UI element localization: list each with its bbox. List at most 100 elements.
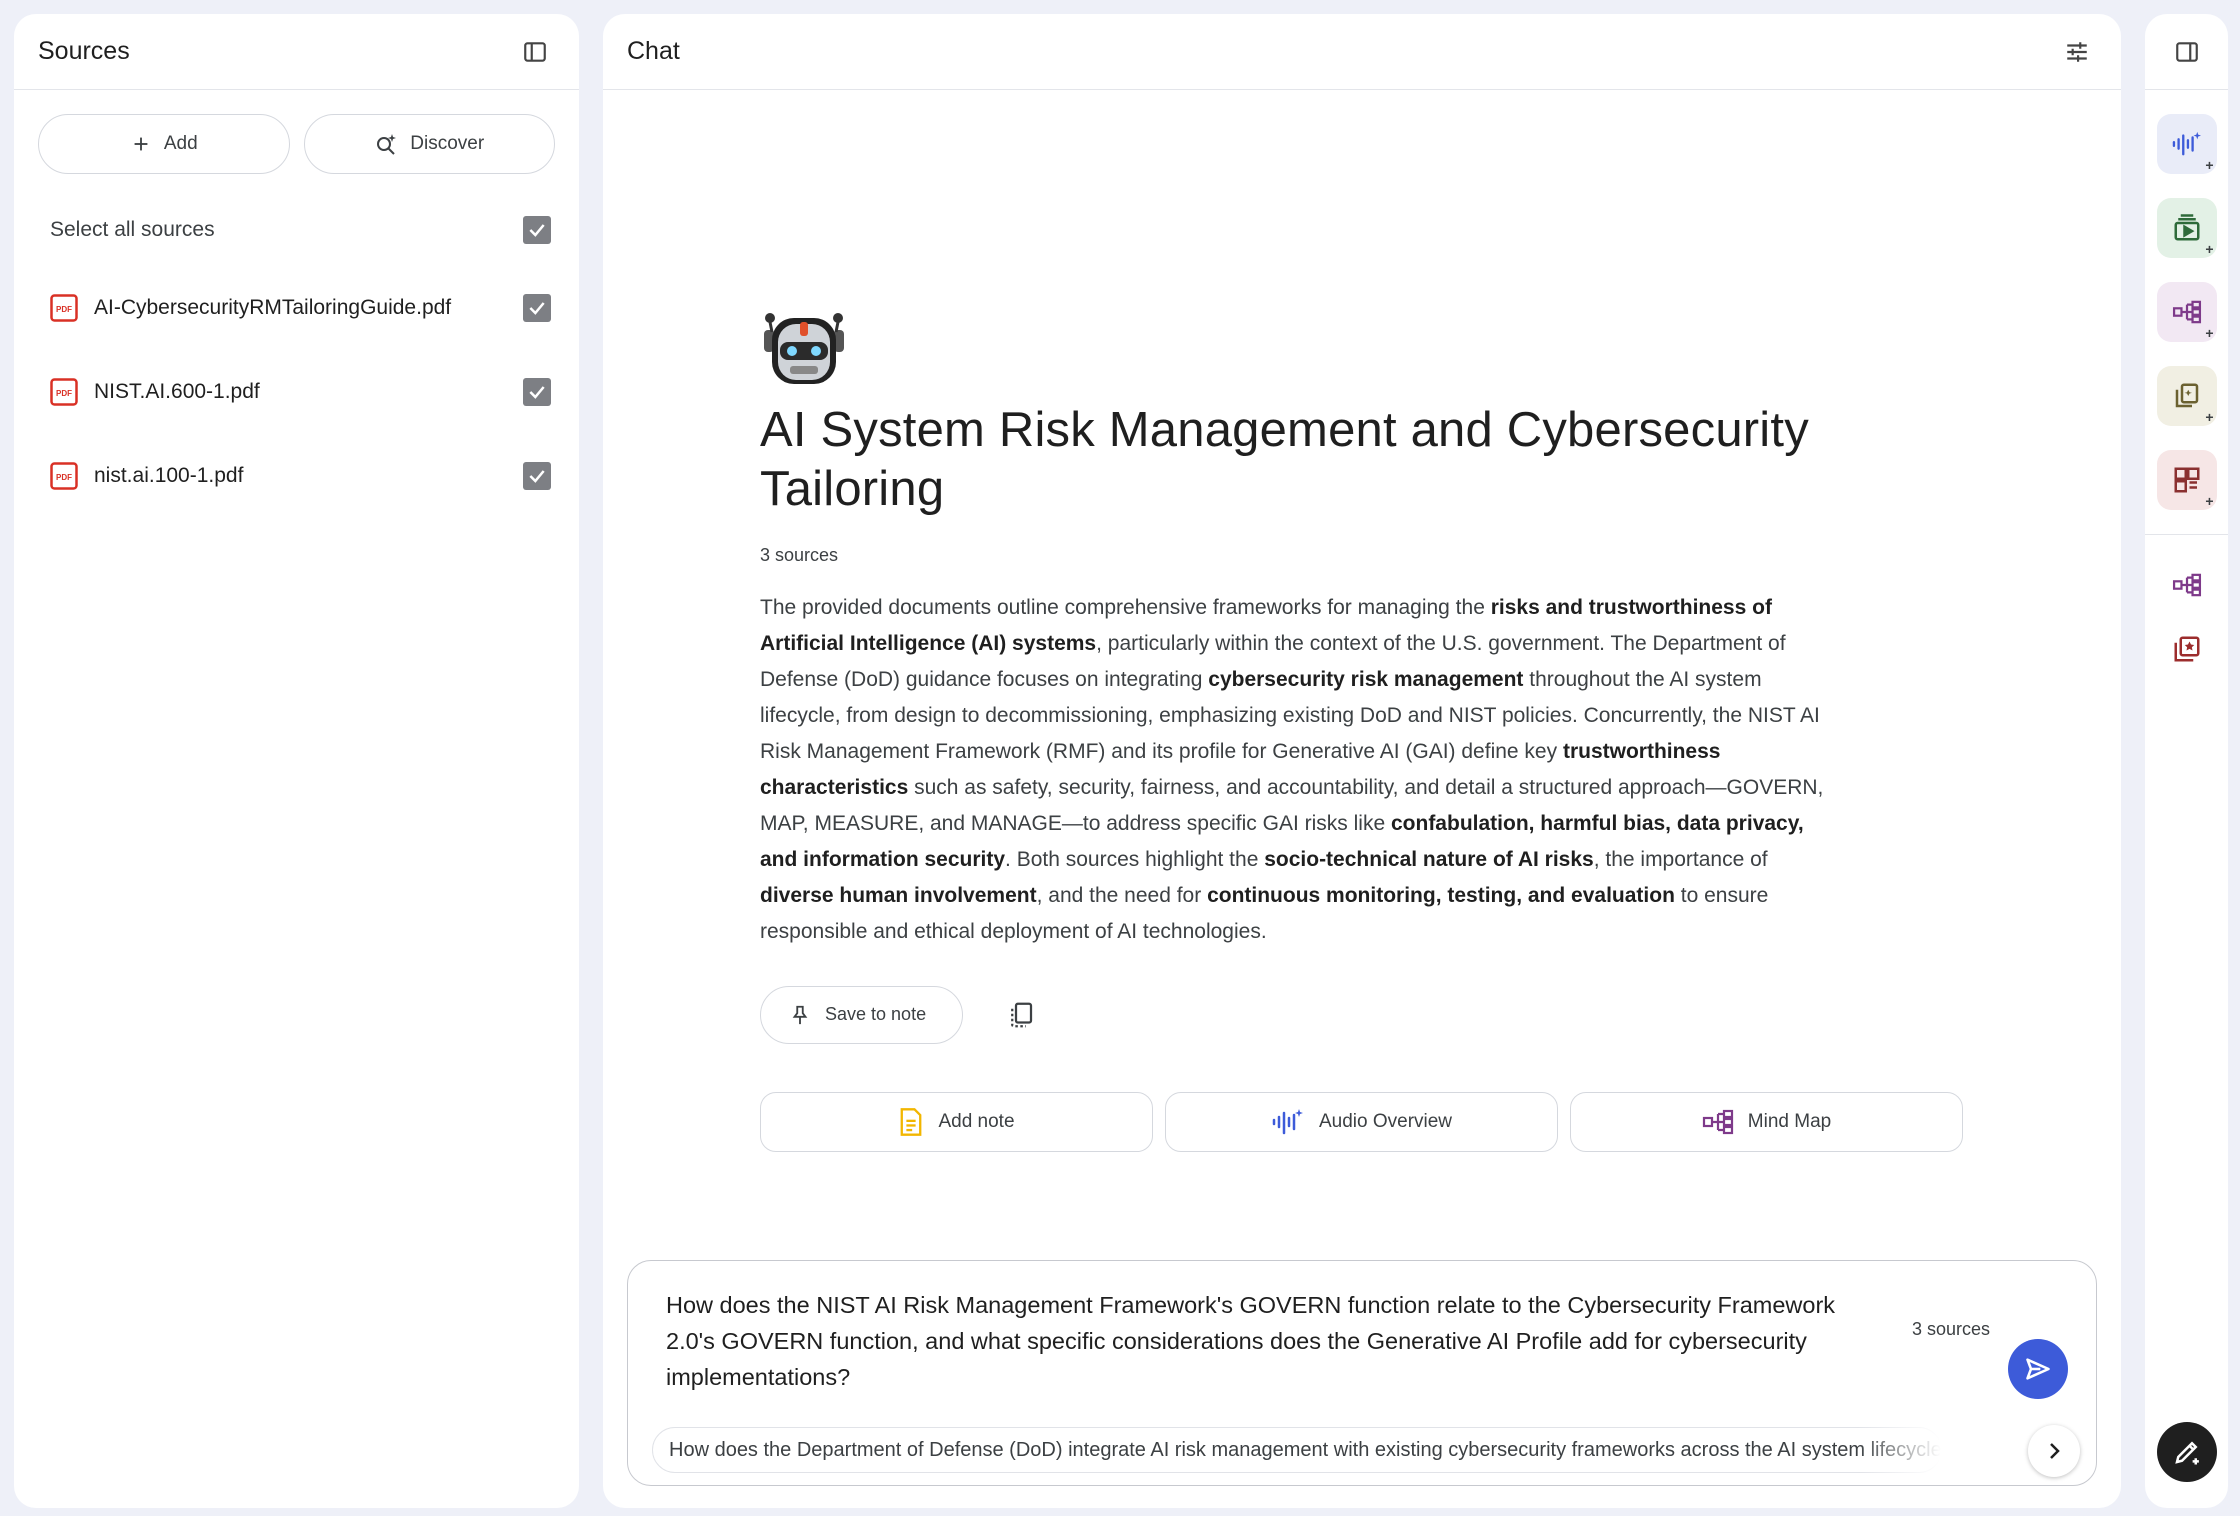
copy-button[interactable] — [1001, 995, 1041, 1035]
audio-waveform-icon — [1272, 1108, 1303, 1134]
edit-pencil-icon — [2175, 1441, 2199, 1465]
svg-text:PDF: PDF — [56, 473, 72, 482]
audio-overview-icon — [2172, 131, 2201, 156]
summary-text: , and the need for — [1036, 883, 1208, 907]
summary-highlight: continuous monitoring, testing, and eval… — [1207, 883, 1675, 907]
mind-map-icon — [2172, 300, 2201, 324]
discover-sources-button[interactable]: Discover — [303, 114, 555, 174]
flashcards-icon — [2174, 467, 2199, 493]
source-name: NIST.AI.600-1.pdf — [94, 380, 260, 403]
plus-icon: + — [2205, 493, 2214, 509]
source-item[interactable]: PDF NIST.AI.600-1.pdf — [14, 350, 579, 434]
pin-icon — [792, 1005, 808, 1024]
sidebar-toggle-icon — [2175, 41, 2198, 62]
studio-flashcards-button[interactable]: + — [2156, 450, 2217, 510]
studio-video-overview-button[interactable]: + — [2156, 198, 2217, 258]
audio-overview-button[interactable]: Audio Overview — [1165, 1091, 1558, 1152]
svg-text:PDF: PDF — [56, 389, 72, 398]
send-button[interactable] — [2008, 1339, 2068, 1399]
source-item[interactable]: PDF nist.ai.100-1.pdf — [14, 434, 579, 518]
summary-text: The provided documents outline comprehen… — [760, 595, 1491, 619]
save-to-note-button[interactable]: Save to note — [760, 985, 964, 1044]
select-all-checkbox[interactable] — [523, 216, 551, 244]
select-all-row[interactable]: Select all sources — [14, 194, 579, 266]
summary-highlight: cybersecurity risk management — [1208, 667, 1524, 691]
mind-map-label: Mind Map — [1747, 1110, 1832, 1132]
send-icon — [2026, 1358, 2050, 1380]
source-actions: Add Discover — [14, 90, 579, 194]
chat-settings-button[interactable] — [2057, 32, 2097, 72]
sidebar-toggle-icon — [524, 41, 546, 62]
studio-audio-overview-button[interactable]: + — [2156, 114, 2217, 174]
check-icon — [529, 470, 545, 483]
source-checkbox[interactable] — [523, 294, 551, 322]
plus-icon — [134, 137, 148, 151]
discover-icon — [377, 134, 397, 155]
composer-source-count: 3 sources — [1911, 1319, 1990, 1339]
tune-icon — [2067, 41, 2087, 62]
check-icon — [529, 224, 545, 237]
studio-reports-button[interactable]: + — [2156, 366, 2217, 426]
saved-mind-map-button[interactable] — [2157, 559, 2217, 611]
note-icon — [901, 1107, 922, 1136]
source-checkbox[interactable] — [523, 462, 551, 490]
plus-icon: + — [2205, 241, 2214, 257]
summary-actions: Save to note — [760, 985, 1970, 1044]
video-overview-icon — [2174, 214, 2199, 241]
expand-studio-button[interactable] — [2167, 32, 2207, 72]
notebook-title: AI System Risk Management and Cybersecur… — [760, 403, 1809, 516]
rail-divider — [2145, 534, 2228, 535]
check-icon — [529, 386, 545, 399]
studio-rail: + + + + + — [2145, 14, 2228, 1508]
mind-map-icon — [1702, 1109, 1733, 1134]
chat-header: Chat — [603, 14, 2121, 90]
notebook-source-count: 3 sources — [760, 544, 839, 565]
sources-panel: Sources Add Discover Select all sources … — [14, 14, 579, 1508]
source-item[interactable]: PDF AI-CybersecurityRMTailoringGuide.pdf — [14, 266, 579, 350]
pdf-icon: PDF — [50, 294, 78, 322]
robot-emoji-icon — [764, 313, 844, 384]
notebook-overview: AI System Risk Management and Cybersecur… — [760, 304, 1970, 1152]
plus-icon: + — [2205, 325, 2214, 341]
select-all-label: Select all sources — [50, 218, 215, 241]
next-suggestion-button[interactable] — [2028, 1425, 2080, 1477]
quick-actions: Add note Audio Overview Mind Map — [760, 1091, 1970, 1152]
source-name: nist.ai.100-1.pdf — [94, 464, 244, 487]
add-source-button[interactable]: Add — [38, 114, 290, 174]
plus-icon: + — [2205, 157, 2214, 173]
studio-rail-header — [2145, 14, 2228, 90]
chat-panel: Chat AI System Risk Management and Cyber… — [603, 14, 2121, 1508]
suggested-question-text: How does the Department of Defense (DoD)… — [669, 1438, 1942, 1461]
chat-title: Chat — [627, 37, 680, 65]
chevron-right-icon — [2050, 1443, 2060, 1459]
pdf-icon: PDF — [50, 378, 78, 406]
new-note-fab[interactable] — [2157, 1422, 2217, 1482]
notebook-summary: The provided documents outline comprehen… — [760, 590, 1840, 950]
mind-map-button[interactable]: Mind Map — [1570, 1091, 1963, 1152]
suggestion-fade — [1858, 1421, 1968, 1477]
sources-header: Sources — [14, 14, 579, 90]
collapse-sources-button[interactable] — [515, 32, 555, 72]
svg-text:PDF: PDF — [56, 305, 72, 314]
studio-mind-map-button[interactable]: + — [2156, 282, 2217, 342]
sources-title: Sources — [38, 37, 130, 65]
chat-composer: How does the NIST AI Risk Management Fra… — [627, 1260, 2097, 1486]
audio-overview-label: Audio Overview — [1318, 1110, 1453, 1132]
suggested-question-chip[interactable]: How does the Department of Defense (DoD)… — [652, 1427, 1942, 1473]
saved-note-button[interactable] — [2157, 623, 2217, 675]
mind-map-icon — [2172, 573, 2201, 597]
add-note-label: Add note — [938, 1110, 1015, 1132]
summary-text: . Both sources highlight the — [1005, 847, 1265, 871]
summary-highlight: socio-technical nature of AI risks — [1264, 847, 1594, 871]
discover-label: Discover — [410, 133, 485, 154]
save-to-note-label: Save to note — [825, 1004, 927, 1025]
plus-icon: + — [2205, 409, 2214, 425]
chat-input[interactable]: How does the NIST AI Risk Management Fra… — [666, 1287, 1886, 1395]
summary-highlight: diverse human involvement — [760, 883, 1037, 907]
reports-icon — [2175, 383, 2198, 408]
source-name: AI-CybersecurityRMTailoringGuide.pdf — [94, 296, 452, 319]
source-checkbox[interactable] — [523, 378, 551, 406]
add-source-label: Add — [163, 133, 198, 154]
pdf-icon: PDF — [50, 462, 78, 490]
add-note-button[interactable]: Add note — [760, 1091, 1153, 1152]
